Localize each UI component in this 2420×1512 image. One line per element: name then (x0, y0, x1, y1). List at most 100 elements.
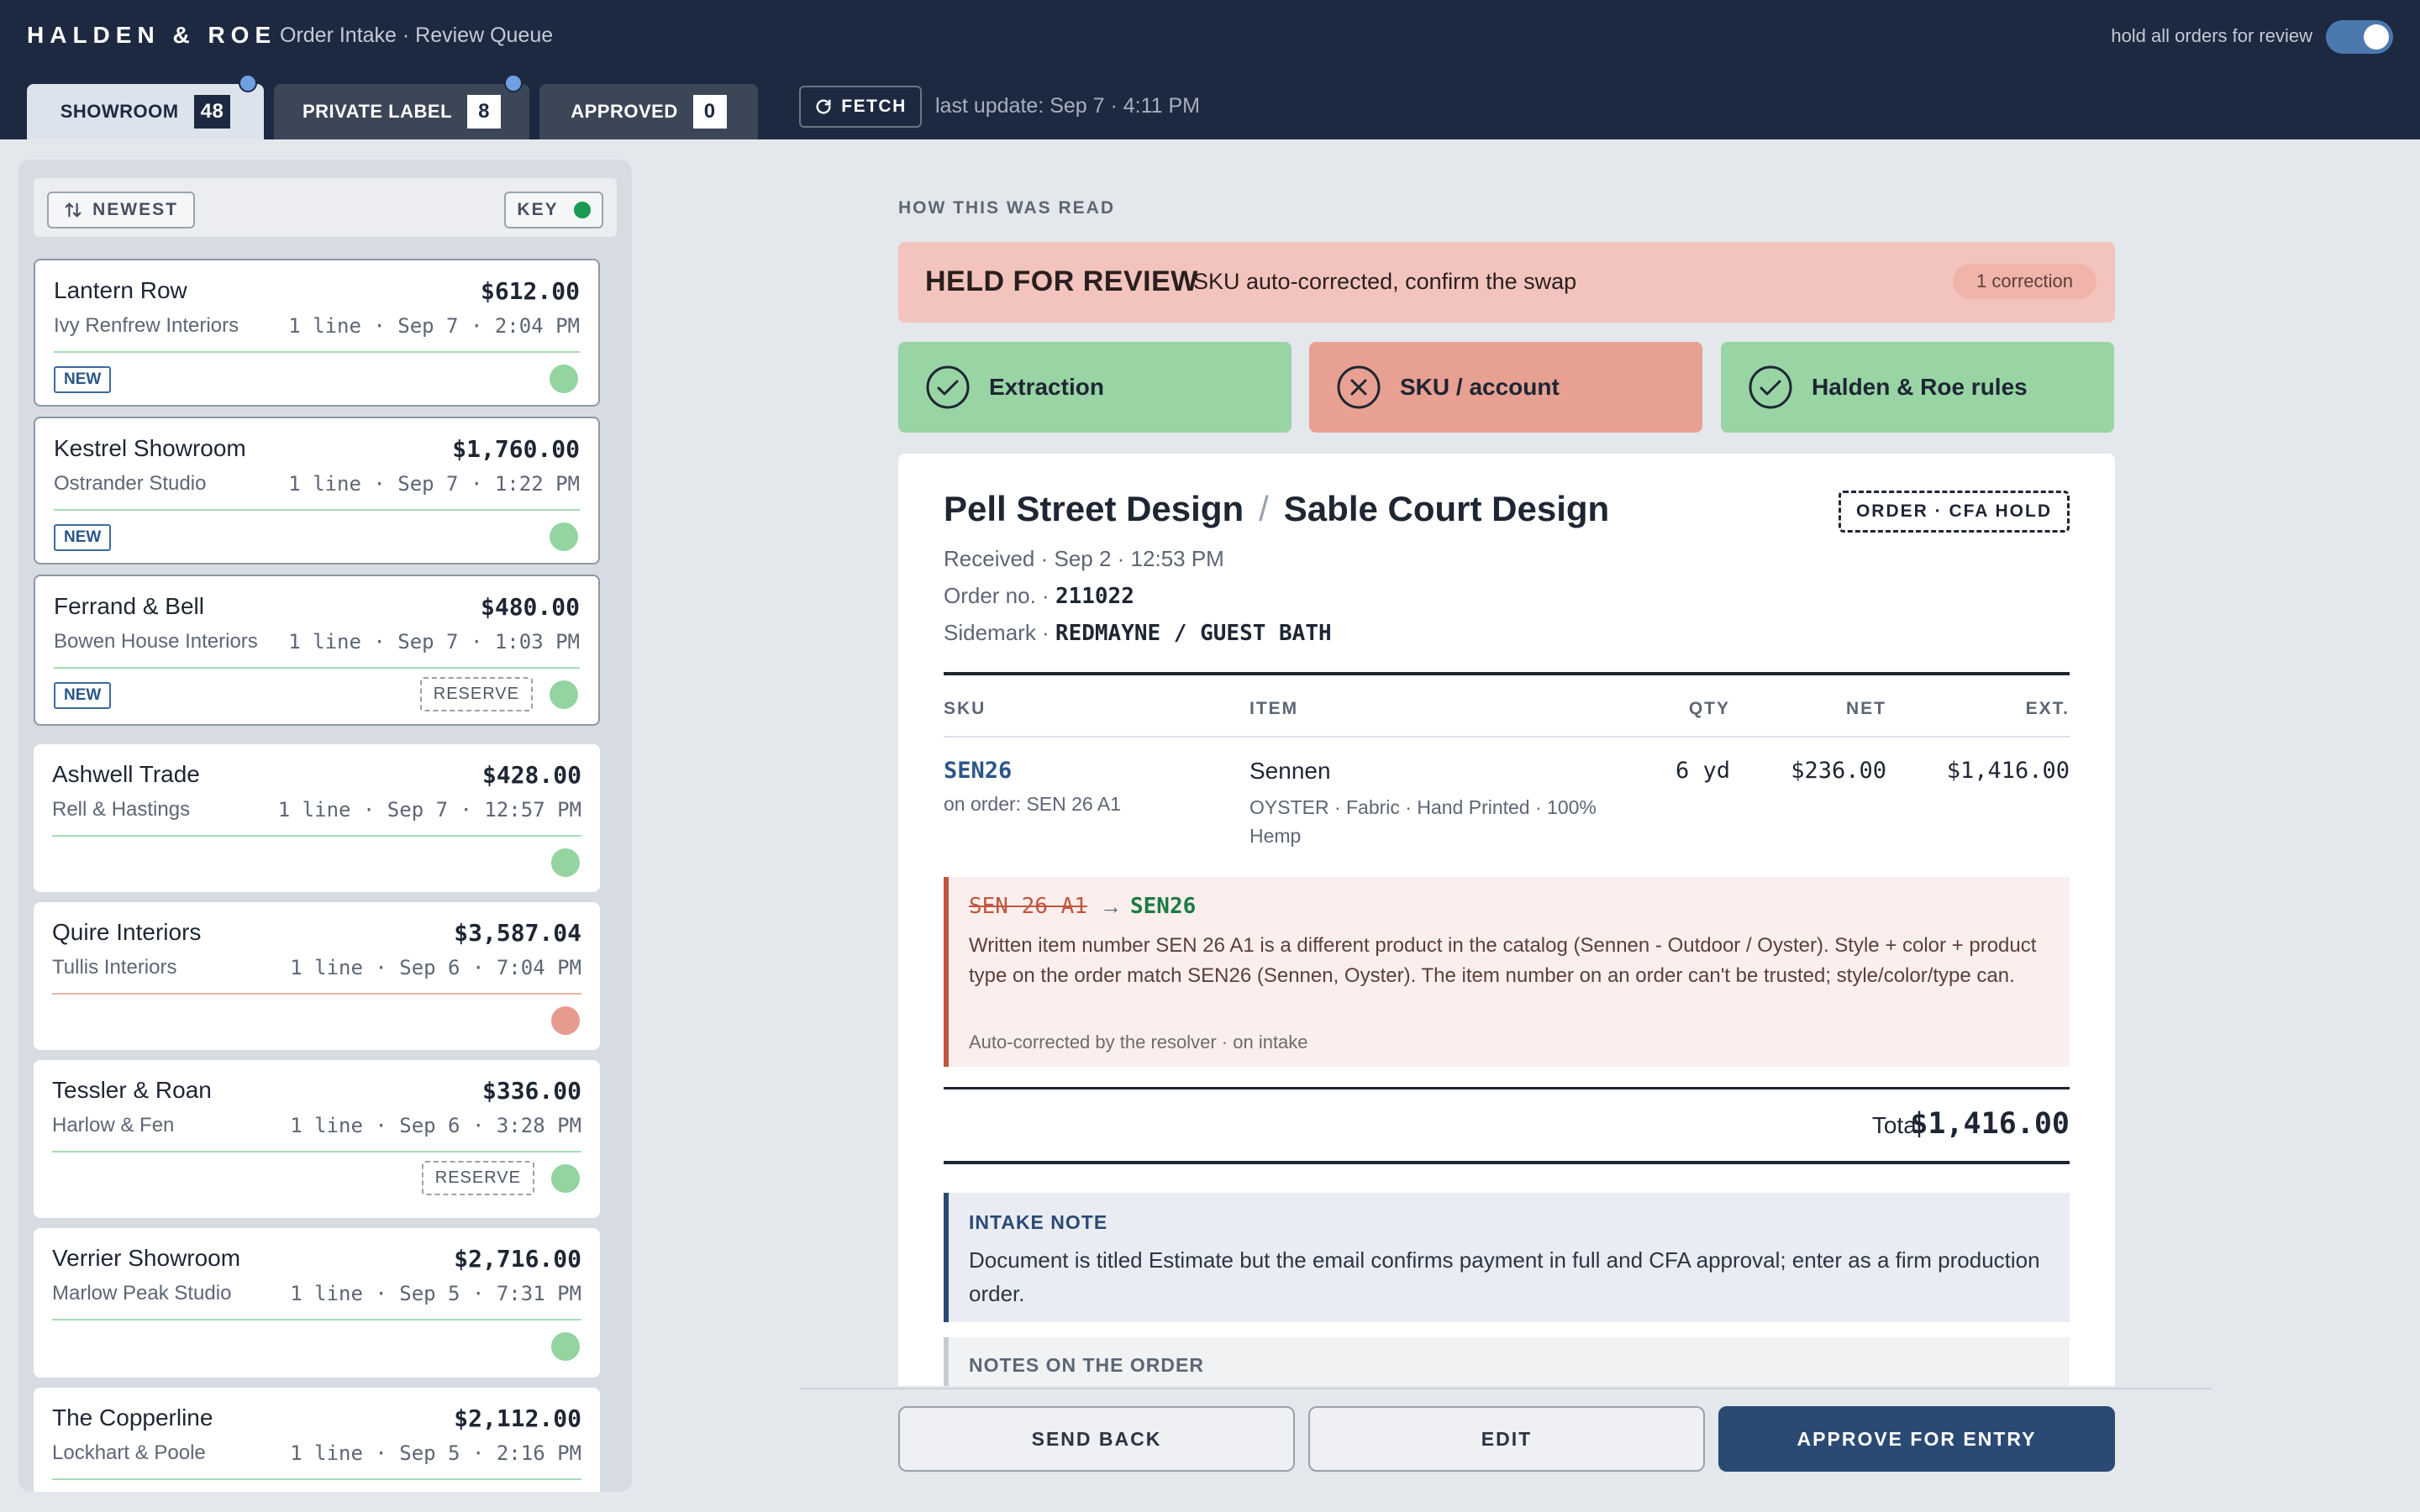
check-sku-account: SKU / account (1309, 342, 1702, 433)
held-title: HELD FOR REVIEW (925, 265, 1198, 297)
check-label: Halden & Roe rules (1812, 374, 2028, 400)
sort-header: NEWEST KEY (34, 178, 617, 237)
check-label: Extraction (989, 374, 1104, 400)
line-item-description: OYSTER · Fabric · Hand Printed · 100% He… (1249, 796, 1597, 847)
account-name: Pell Street Design (944, 489, 1244, 528)
sidemark: Sidemark · REDMAYNE / GUEST BATH (944, 620, 1332, 646)
status-dot (550, 365, 578, 393)
divider (944, 736, 2070, 738)
order-client: Marlow Peak Studio (52, 1282, 232, 1305)
sku-correction-callout: SEN 26 A1 → SEN26 Written item number SE… (944, 877, 2070, 1067)
divider (54, 351, 580, 353)
order-meta: 1 line · Sep 7 · 1:22 PM (288, 472, 580, 496)
check-house-rules: Halden & Roe rules (1721, 342, 2114, 433)
order-card-kestrel-showroom[interactable]: Kestrel Showroom $1,760.00 Ostrander Stu… (34, 417, 600, 564)
x-circle-icon (1337, 365, 1381, 409)
check-extraction: Extraction (898, 342, 1292, 433)
order-client: Bowen House Interiors (54, 630, 258, 653)
new-badge: NEW (54, 366, 112, 393)
edit-button[interactable]: EDIT (1308, 1406, 1705, 1472)
tab-label: PRIVATE LABEL (302, 101, 453, 122)
send-back-button[interactable]: SEND BACK (898, 1406, 1295, 1472)
status-dot (551, 848, 580, 877)
order-name: The Copperline (52, 1404, 213, 1431)
order-card-verrier-showroom[interactable]: Verrier Showroom $2,716.00 Marlow Peak S… (34, 1228, 600, 1378)
order-amount: $612.00 (480, 277, 580, 305)
order-amount: $2,112.00 (454, 1404, 581, 1432)
hold-all-label: hold all orders for review (2111, 25, 2312, 46)
order-name: Lantern Row (54, 277, 187, 303)
order-meta: 1 line · Sep 6 · 3:28 PM (290, 1114, 581, 1137)
status-dot (550, 680, 578, 709)
status-dot (551, 1006, 580, 1035)
order-amount: $428.00 (481, 761, 581, 789)
order-meta: 1 line · Sep 5 · 2:16 PM (290, 1441, 581, 1465)
section-label: HOW THIS WAS READ (898, 198, 1115, 218)
order-client: Ivy Renfrew Interiors (54, 314, 239, 337)
order-amount: $336.00 (481, 1077, 581, 1105)
order-card-the-copperline[interactable]: The Copperline $2,112.00 Lockhart & Pool… (34, 1388, 600, 1492)
order-meta: 1 line · Sep 7 · 2:04 PM (288, 314, 580, 338)
sort-icon (65, 202, 82, 218)
order-amount: $1,760.00 (452, 435, 580, 463)
divider (944, 1161, 2070, 1164)
order-number-value: 211022 (1055, 584, 1134, 609)
divider (54, 667, 580, 669)
order-title: Pell Street Design / Sable Court Design (944, 489, 1609, 529)
tab-approved[interactable]: APPROVED 0 (539, 84, 758, 139)
reserve-badge: RESERVE (421, 1161, 534, 1195)
fetch-button[interactable]: FETCH (799, 86, 922, 128)
order-card-ashwell-trade[interactable]: Ashwell Trade $428.00 Rell & Hastings 1 … (34, 744, 600, 892)
approve-for-entry-button[interactable]: APPROVE FOR ENTRY (1718, 1406, 2115, 1472)
order-client: Lockhart & Poole (52, 1441, 206, 1464)
received-date: Received · Sep 2 · 12:53 PM (944, 546, 1224, 571)
divider (52, 835, 581, 837)
unread-dot (239, 74, 257, 92)
correction-source: Auto-corrected by the resolver · on inta… (969, 1032, 1308, 1053)
intake-note: INTAKE NOTE Document is titled Estimate … (944, 1193, 2070, 1322)
divider (52, 1478, 581, 1480)
page-subtitle: Order Intake · Review Queue (280, 24, 554, 47)
order-name: Quire Interiors (52, 919, 202, 945)
ship-to-name: Sable Court Design (1283, 489, 1610, 528)
tab-private-label[interactable]: PRIVATE LABEL 8 (274, 74, 529, 139)
divider (944, 672, 2070, 675)
order-card-ferrand-bell[interactable]: Ferrand & Bell $480.00 Bowen House Inter… (34, 575, 600, 726)
order-card-lantern-row[interactable]: Lantern Row $612.00 Ivy Renfrew Interior… (34, 259, 600, 407)
line-sku[interactable]: SEN26 (944, 758, 1012, 784)
order-status-stamp: ORDER · CFA HOLD (1838, 491, 2070, 533)
intake-note-title: INTAKE NOTE (969, 1211, 1108, 1233)
column-item: ITEM (1249, 699, 1299, 718)
divider (52, 1151, 581, 1152)
order-client: Rell & Hastings (52, 798, 191, 821)
tab-label: APPROVED (571, 101, 678, 122)
check-circle-icon (926, 365, 970, 409)
order-queue-sidebar: NEWEST KEY Lantern Row $612.00 Ivy Renfr… (18, 160, 632, 1492)
sidemark-label: Sidemark · (944, 620, 1055, 645)
tab-showroom[interactable]: SHOWROOM 48 (27, 74, 264, 139)
order-card-tessler-roan[interactable]: Tessler & Roan $336.00 Harlow & Fen 1 li… (34, 1060, 600, 1218)
order-client: Ostrander Studio (54, 472, 207, 495)
corrected-sku: SEN26 (1130, 894, 1197, 919)
order-name: Kestrel Showroom (54, 435, 246, 461)
key-button[interactable]: KEY (504, 192, 603, 228)
divider (54, 509, 580, 511)
order-card-quire-interiors[interactable]: Quire Interiors $3,587.04 Tullis Interio… (34, 902, 600, 1050)
order-notes-title: NOTES ON THE ORDER (969, 1354, 1204, 1376)
toggle-knob (2364, 24, 2389, 50)
held-reason: SKU auto-corrected, confirm the swap (1193, 269, 1577, 294)
reserve-badge: RESERVE (419, 677, 533, 711)
check-label: SKU / account (1400, 374, 1560, 400)
order-number-label: Order no. · (944, 583, 1055, 608)
brand-logo: HALDEN & ROE (27, 22, 277, 48)
correction-count: 1 correction (1953, 264, 2096, 299)
new-badge: NEW (54, 682, 112, 709)
divider (52, 1319, 581, 1320)
line-item-name: Sennen (1249, 758, 1331, 784)
sort-newest-button[interactable]: NEWEST (47, 192, 195, 228)
order-name: Ashwell Trade (52, 761, 200, 787)
order-meta: 1 line · Sep 6 · 7:04 PM (290, 956, 581, 979)
hold-all-toggle[interactable] (2326, 20, 2393, 54)
order-detail-panel: Pell Street Design / Sable Court Design OR… (898, 454, 2115, 1386)
column-sku: SKU (944, 699, 986, 718)
